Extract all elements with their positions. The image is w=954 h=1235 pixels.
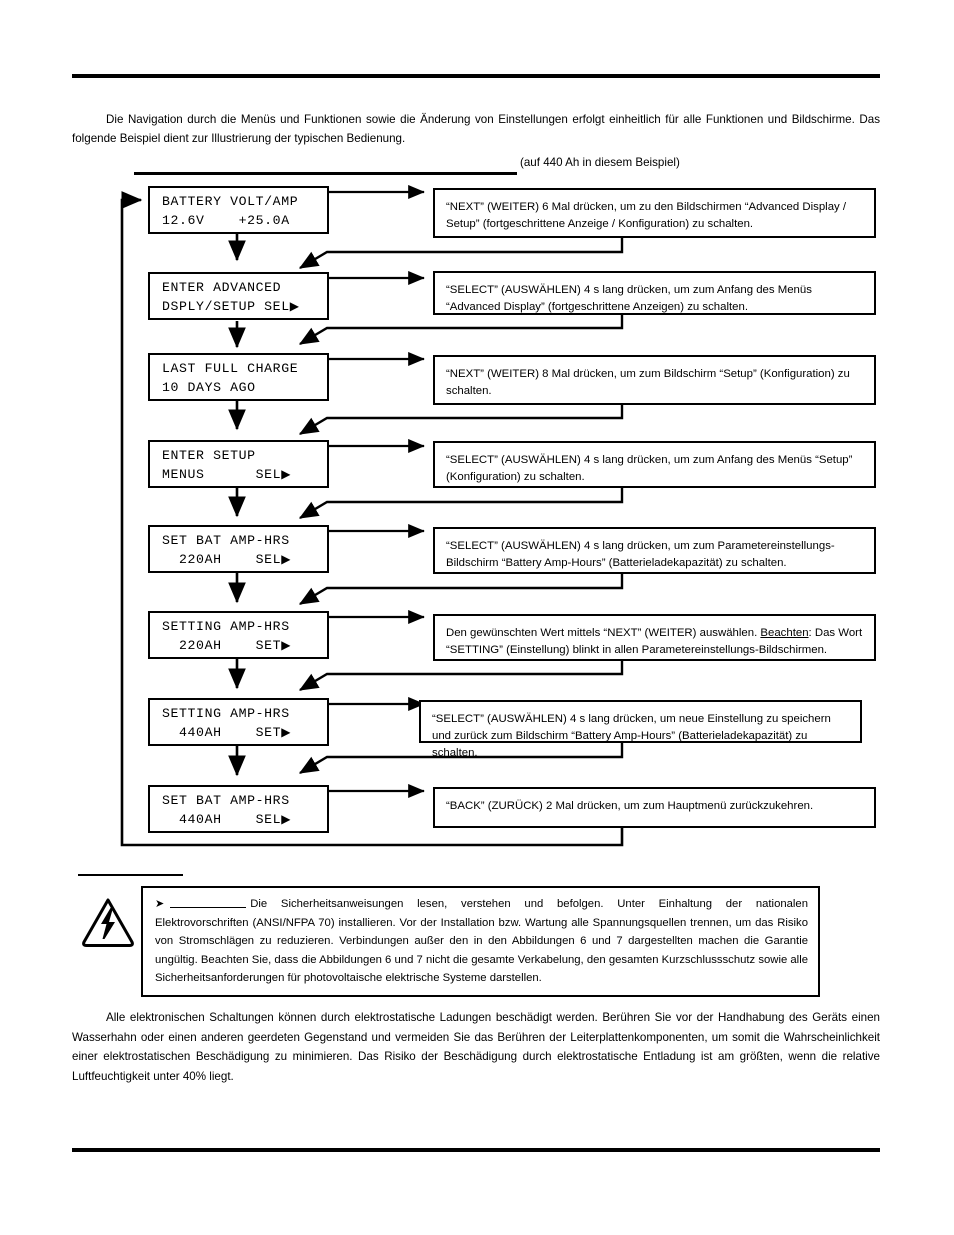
sel-caret-icon: ▶ — [281, 812, 291, 826]
lcd-screen-8: SET BAT AMP-HRS 440AH SEL▶ — [148, 785, 329, 833]
lcd-line-2: 12.6V +25.0A — [162, 213, 290, 228]
lcd-screen-3: LAST FULL CHARGE 10 DAYS AGO — [148, 353, 329, 401]
lcd-screen-7: SETTING AMP-HRS 440AH SET▶ — [148, 698, 329, 746]
lcd-screen-5: SET BAT AMP-HRS 220AH SEL▶ — [148, 525, 329, 573]
step-description-8: “BACK” (ZURÜCK) 2 Mal drücken, um zum Ha… — [433, 787, 876, 828]
step-description-5: “SELECT” (AUSWÄHLEN) 4 s lang drücken, u… — [433, 527, 876, 574]
lcd-line-1: SET BAT AMP-HRS — [162, 533, 290, 548]
lcd-line-1: SET BAT AMP-HRS — [162, 793, 290, 808]
step-description-2: “SELECT” (AUSWÄHLEN) 4 s lang drücken, u… — [433, 271, 876, 315]
lcd-line-1: SETTING AMP-HRS — [162, 619, 290, 634]
sel-caret-icon: ▶ — [281, 552, 291, 566]
lcd-screen-2: ENTER ADVANCED DSPLY/SETUP SEL▶ — [148, 272, 329, 320]
warning-section-rule — [78, 874, 183, 876]
warning-text-box: ➤ Die Sicherheitsanweisungen lesen, verst… — [141, 886, 820, 997]
intro-paragraph: Die Navigation durch die Menüs und Funkt… — [72, 113, 880, 145]
sel-caret-icon: ▶ — [281, 638, 291, 652]
lcd-line-1: ENTER ADVANCED — [162, 280, 282, 295]
lcd-line-2: DSPLY/SETUP SEL▶ — [162, 299, 299, 314]
lcd-screen-6: SETTING AMP-HRS 220AH SET▶ — [148, 611, 329, 659]
footer-rule — [72, 1148, 880, 1152]
step-description-text: “NEXT” (WEITER) 8 Mal drücken, um zum Bi… — [446, 368, 850, 397]
warning-panel: ➤ Die Sicherheitsanweisungen lesen, verst… — [80, 886, 820, 997]
caption-note: (auf 440 Ah in diesem Beispiel) — [520, 156, 680, 169]
lcd-line-2: 220AH SET▶ — [162, 638, 291, 653]
lcd-line-1: BATTERY VOLT/AMP — [162, 194, 299, 209]
esd-paragraph: Alle elektronischen Schaltungen können d… — [72, 1011, 880, 1083]
caption-underline — [134, 172, 517, 175]
step-description-6: Den gewünschten Wert mittels “NEXT” (WEI… — [433, 614, 876, 661]
step-description-text: “NEXT” (WEITER) 6 Mal drücken, um zu den… — [446, 201, 847, 230]
step-description-1: “NEXT” (WEITER) 6 Mal drücken, um zu den… — [433, 188, 876, 238]
step-description-text: Den gewünschten Wert mittels “NEXT” (WEI… — [446, 627, 863, 656]
lcd-line-2: 220AH SEL▶ — [162, 552, 291, 567]
warning-bullet-icon: ➤ — [155, 897, 165, 910]
sel-caret-icon: ▶ — [289, 299, 299, 313]
warning-text: Die Sicherheitsanweisungen lesen, verste… — [155, 898, 808, 985]
step-description-text: “SELECT” (AUSWÄHLEN) 4 s lang drücken, u… — [446, 454, 853, 483]
lcd-line-2: 10 DAYS AGO — [162, 380, 256, 395]
lcd-line-1: SETTING AMP-HRS — [162, 706, 290, 721]
step-description-text: “SELECT” (AUSWÄHLEN) 4 s lang drücken, u… — [446, 540, 835, 569]
step-description-3: “NEXT” (WEITER) 8 Mal drücken, um zum Bi… — [433, 355, 876, 405]
lcd-line-2: 440AH SEL▶ — [162, 812, 291, 827]
step-description-text: “BACK” (ZURÜCK) 2 Mal drücken, um zum Ha… — [446, 800, 814, 812]
lcd-line-2: MENUS SEL▶ — [162, 467, 291, 482]
lcd-screen-1: BATTERY VOLT/AMP 12.6V +25.0A — [148, 186, 329, 234]
warning-blank-line — [170, 907, 247, 908]
lcd-screen-4: ENTER SETUP MENUS SEL▶ — [148, 440, 329, 488]
lcd-line-1: LAST FULL CHARGE — [162, 361, 299, 376]
step-description-4: “SELECT” (AUSWÄHLEN) 4 s lang drücken, u… — [433, 441, 876, 488]
step-description-text: “SELECT” (AUSWÄHLEN) 4 s lang drücken, u… — [446, 284, 812, 313]
step-description-text: “SELECT” (AUSWÄHLEN) 4 s lang drücken, u… — [432, 713, 831, 759]
electric-shock-warning-icon — [82, 898, 134, 947]
lcd-line-2: 440AH SET▶ — [162, 725, 291, 740]
header-rule — [72, 74, 880, 78]
sel-caret-icon: ▶ — [281, 467, 291, 481]
step-description-7: “SELECT” (AUSWÄHLEN) 4 s lang drücken, u… — [419, 700, 862, 759]
lcd-line-1: ENTER SETUP — [162, 448, 256, 463]
sel-caret-icon: ▶ — [281, 725, 291, 739]
